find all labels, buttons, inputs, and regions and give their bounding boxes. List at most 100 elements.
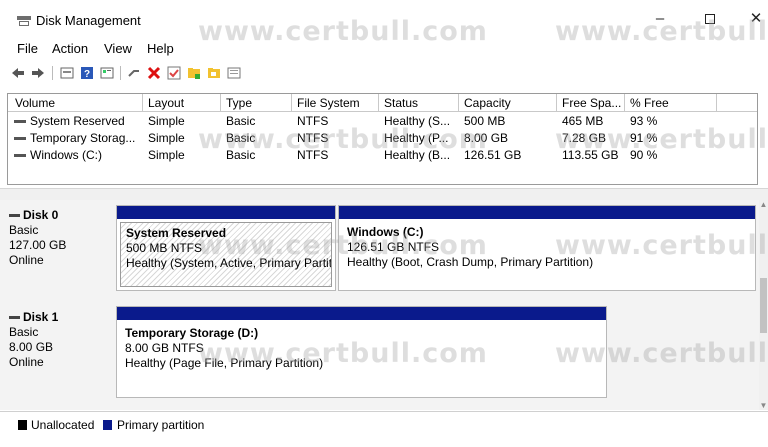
partition-name: System Reserved <box>126 226 227 240</box>
connect-icon[interactable] <box>126 65 142 81</box>
partition-windows-c[interactable]: Windows (C:) 126.51 GB NTFS Healthy (Boo… <box>338 205 756 291</box>
volume-name: Windows (C:) <box>30 148 103 162</box>
volume-row[interactable]: System Reserved Simple Basic NTFS Health… <box>8 113 757 130</box>
volume-free-space: 113.55 GB <box>562 148 619 162</box>
volume-type: Basic <box>226 148 256 162</box>
check-icon[interactable] <box>166 65 182 81</box>
disk-status: Online <box>9 355 44 369</box>
menu-action[interactable]: Action <box>52 41 88 56</box>
partition-size: 500 MB NTFS <box>126 241 203 255</box>
column-header-percent-free[interactable]: % Free <box>630 96 669 110</box>
title-bar: Disk Management – ✕ <box>0 0 768 34</box>
disk-management-icon <box>17 16 31 26</box>
close-button[interactable]: ✕ <box>746 10 766 28</box>
volume-type: Basic <box>226 114 256 128</box>
volume-icon <box>14 120 26 123</box>
partition-name: Temporary Storage (D:) <box>125 326 259 340</box>
scrollbar-thumb[interactable] <box>760 278 767 333</box>
primary-partition-bar <box>117 206 335 219</box>
properties-icon[interactable] <box>99 65 115 81</box>
column-header-volume[interactable]: Volume <box>15 96 55 110</box>
column-header-file-system[interactable]: File System <box>297 96 360 110</box>
pane-splitter[interactable] <box>0 188 768 200</box>
partition-size: 8.00 GB NTFS <box>125 341 204 355</box>
volume-capacity: 126.51 GB <box>464 148 522 162</box>
legend: Unallocated Primary partition <box>0 411 768 435</box>
volume-capacity: 500 MB <box>464 114 506 128</box>
column-header-layout[interactable]: Layout <box>148 96 184 110</box>
help-icon[interactable]: ? <box>79 65 95 81</box>
primary-partition-bar <box>339 206 755 219</box>
toolbar-separator <box>52 66 53 80</box>
disk-0-label[interactable]: Disk 0 Basic 127.00 GB Online <box>9 208 107 294</box>
disk-name: Disk 1 <box>23 310 59 324</box>
disk-1-label[interactable]: Disk 1 Basic 8.00 GB Online <box>9 310 107 396</box>
partition-status: Healthy (Page File, Primary Partition) <box>125 356 324 370</box>
volume-name: System Reserved <box>30 114 125 128</box>
volume-percent-free: 91 % <box>630 131 658 145</box>
column-header-capacity[interactable]: Capacity <box>464 96 511 110</box>
volume-status: Healthy (B... <box>384 148 451 162</box>
toolbar-separator <box>120 66 121 80</box>
volume-free-space: 7.28 GB <box>562 131 607 145</box>
volume-free-space: 465 MB <box>562 114 604 128</box>
volume-status: Healthy (S... <box>384 114 451 128</box>
partition-details: Windows (C:) 126.51 GB NTFS Healthy (Boo… <box>342 222 752 287</box>
partition-details: System Reserved 500 MB NTFS Healthy (Sys… <box>120 222 332 287</box>
vertical-scrollbar[interactable]: ▲ ▼ <box>759 200 768 410</box>
volume-type: Basic <box>226 131 256 145</box>
volume-icon <box>14 154 26 157</box>
volume-capacity: 8.00 GB <box>464 131 509 145</box>
partition-system-reserved[interactable]: System Reserved 500 MB NTFS Healthy (Sys… <box>116 205 336 291</box>
volume-icon <box>14 137 26 140</box>
view-icon[interactable] <box>226 65 242 81</box>
back-icon[interactable] <box>10 65 26 81</box>
volume-name: Temporary Storag... <box>30 131 136 145</box>
menu-help[interactable]: Help <box>147 41 174 56</box>
svg-text:?: ? <box>84 69 90 80</box>
delete-icon[interactable] <box>146 65 162 81</box>
menu-file[interactable]: File <box>17 41 38 56</box>
disk-size: 8.00 GB <box>9 340 54 354</box>
primary-partition-swatch <box>103 420 112 430</box>
volume-percent-free: 93 % <box>630 114 658 128</box>
partition-status: Healthy (Boot, Crash Dump, Primary Parti… <box>347 255 594 269</box>
unallocated-swatch <box>18 420 27 430</box>
legend-primary-partition: Primary partition <box>117 418 205 432</box>
folder-open-icon[interactable] <box>206 65 222 81</box>
legend-unallocated: Unallocated <box>31 418 95 432</box>
scroll-up-icon[interactable]: ▲ <box>759 200 768 209</box>
minimize-button[interactable]: – <box>650 10 670 28</box>
volume-list: Volume Layout Type File System Status Ca… <box>7 93 758 185</box>
disk-status: Online <box>9 253 44 267</box>
forward-icon[interactable] <box>30 65 46 81</box>
primary-partition-bar <box>117 307 606 320</box>
menu-bar: File Action View Help <box>0 39 768 57</box>
partition-temporary-storage-d[interactable]: Temporary Storage (D:) 8.00 GB NTFS Heal… <box>116 306 607 398</box>
volume-layout: Simple <box>148 114 185 128</box>
toolbar: ? <box>0 61 768 85</box>
disk-icon <box>9 214 20 217</box>
scroll-down-icon[interactable]: ▼ <box>759 401 768 410</box>
volume-file-system: NTFS <box>297 131 329 145</box>
volume-status: Healthy (P... <box>384 131 449 145</box>
volume-layout: Simple <box>148 131 185 145</box>
disk-name: Disk 0 <box>23 208 59 222</box>
volume-layout: Simple <box>148 148 185 162</box>
partition-size: 126.51 GB NTFS <box>347 240 440 254</box>
volume-row[interactable]: Windows (C:) Simple Basic NTFS Healthy (… <box>8 147 757 164</box>
partition-details: Temporary Storage (D:) 8.00 GB NTFS Heal… <box>120 323 603 394</box>
volume-list-header: Volume Layout Type File System Status Ca… <box>8 94 757 112</box>
volume-row[interactable]: Temporary Storag... Simple Basic NTFS He… <box>8 130 757 147</box>
volume-file-system: NTFS <box>297 114 329 128</box>
menu-view[interactable]: View <box>104 41 132 56</box>
partition-status: Healthy (System, Active, Primary Partiti… <box>126 256 332 270</box>
column-header-free-space[interactable]: Free Spa... <box>562 96 621 110</box>
column-header-status[interactable]: Status <box>384 96 418 110</box>
disk-icon <box>9 316 20 319</box>
column-header-type[interactable]: Type <box>226 96 252 110</box>
folder-icon[interactable] <box>186 65 202 81</box>
maximize-button[interactable] <box>700 10 720 28</box>
partition-name: Windows (C:) <box>347 225 424 239</box>
disk-list-icon[interactable] <box>59 65 75 81</box>
